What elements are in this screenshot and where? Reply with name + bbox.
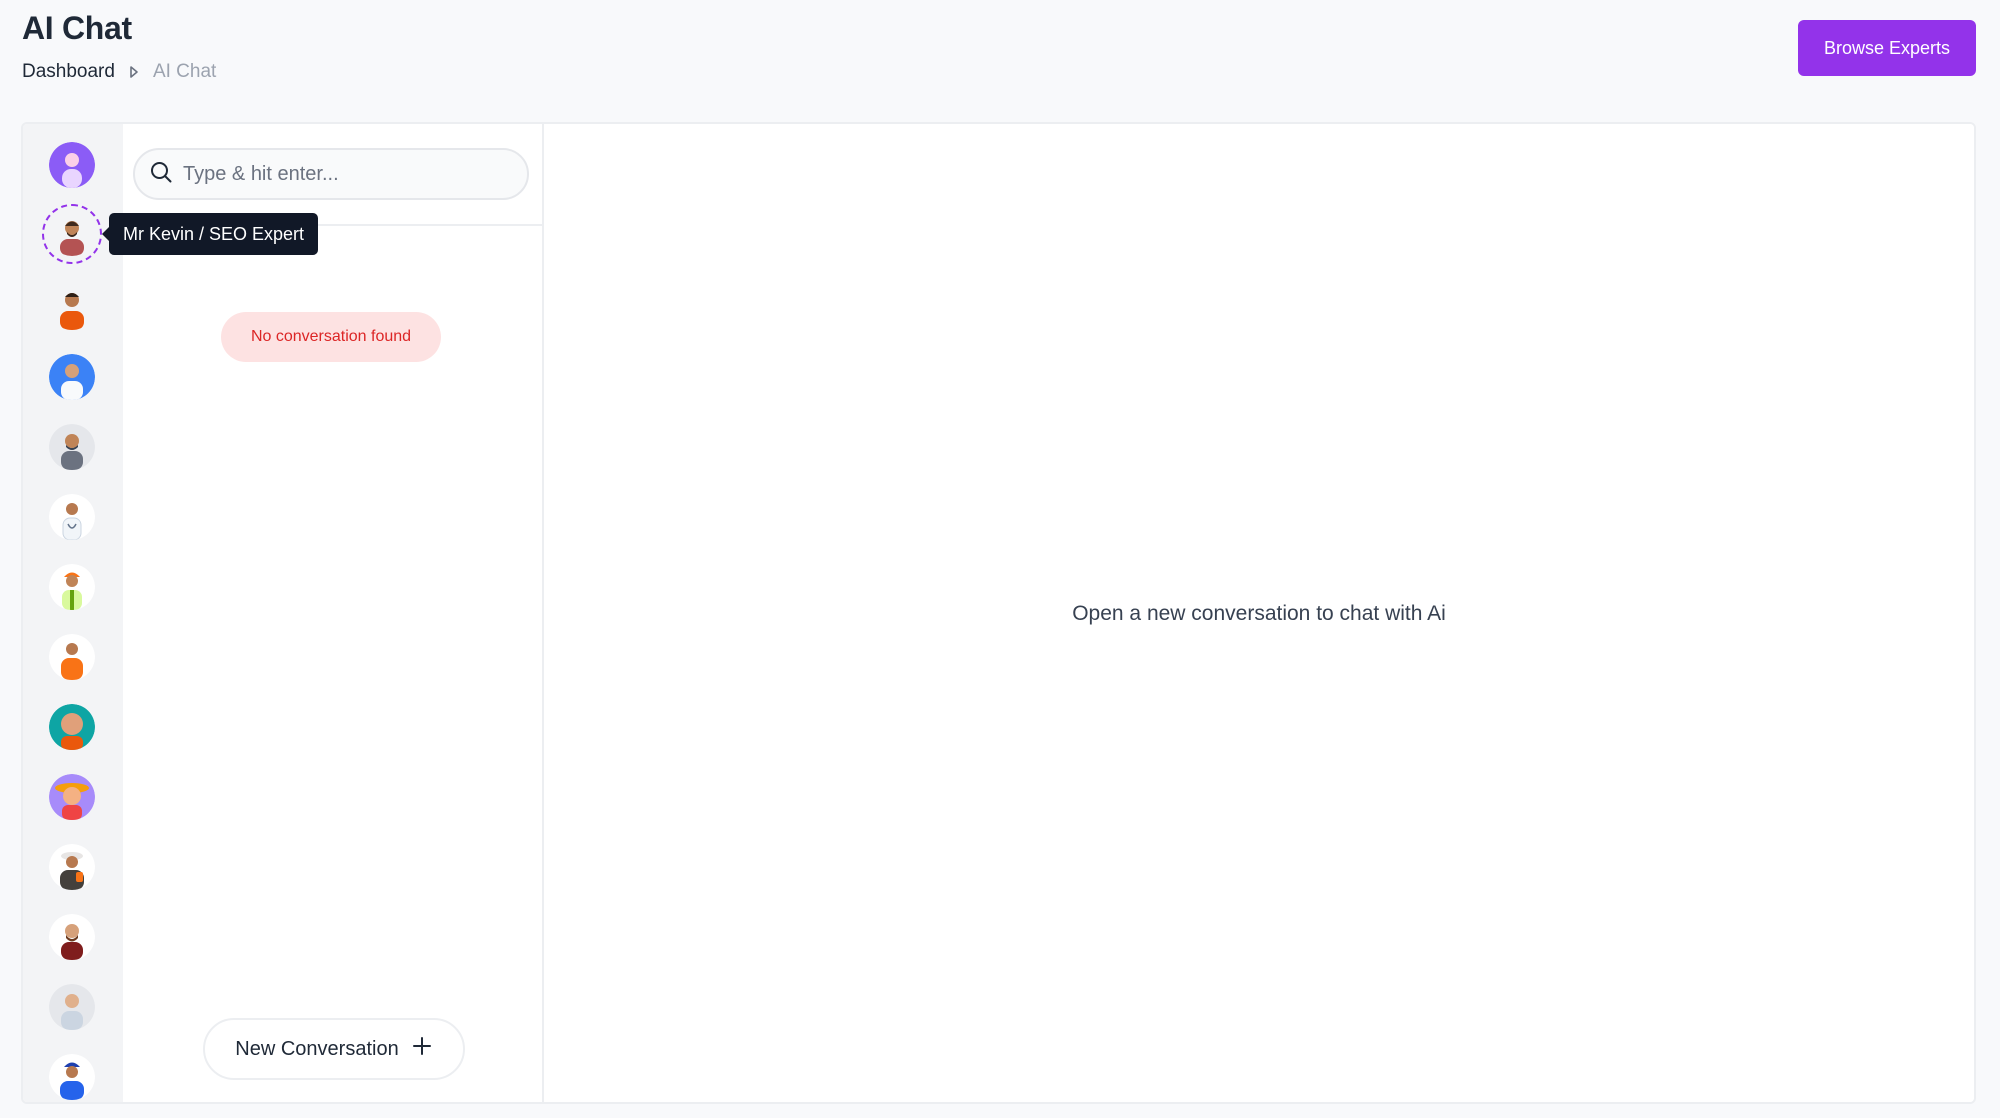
- expert-avatar[interactable]: [49, 704, 95, 750]
- expert-avatar[interactable]: [49, 354, 95, 400]
- breadcrumb-current: AI Chat: [152, 61, 217, 82]
- expert-avatar[interactable]: [49, 774, 95, 820]
- expert-avatar[interactable]: [49, 142, 95, 188]
- expert-tooltip: Mr Kevin / SEO Expert: [101, 213, 319, 255]
- plus-icon: [411, 1035, 433, 1063]
- expert-avatar[interactable]: [49, 914, 95, 960]
- chat-area: Open a new conversation to chat with Ai: [544, 124, 1974, 1102]
- chevron-right-icon: [127, 65, 141, 79]
- browse-experts-button[interactable]: Browse Experts: [1798, 20, 1976, 76]
- breadcrumb-dashboard[interactable]: Dashboard: [22, 61, 115, 83]
- expert-avatar[interactable]: [49, 1054, 95, 1100]
- expert-avatar-active[interactable]: [42, 204, 102, 264]
- new-conversation-label: New Conversation: [235, 1037, 399, 1060]
- chat-app: Mr Kevin / SEO Expert No conversation fo…: [21, 122, 1976, 1104]
- empty-conversations-badge: No conversation found: [221, 312, 441, 362]
- search-box: [133, 148, 529, 200]
- expert-avatar[interactable]: [49, 984, 95, 1030]
- new-conversation-button[interactable]: New Conversation: [203, 1018, 465, 1080]
- page-header: AI Chat Dashboard AI Chat: [22, 10, 216, 83]
- expert-avatar[interactable]: [49, 424, 95, 470]
- expert-avatar[interactable]: [49, 564, 95, 610]
- expert-avatar[interactable]: [49, 634, 95, 680]
- expert-avatar[interactable]: [49, 284, 95, 330]
- conversation-panel: No conversation found New Conversation: [123, 124, 544, 1102]
- expert-rail: [23, 124, 123, 1102]
- search-icon: [149, 160, 173, 189]
- breadcrumb: Dashboard AI Chat: [22, 61, 216, 83]
- page-title: AI Chat: [22, 10, 132, 46]
- chat-empty-message: Open a new conversation to chat with Ai: [1072, 602, 1446, 625]
- search-input[interactable]: [183, 162, 503, 186]
- expert-avatar[interactable]: [49, 844, 95, 890]
- expert-avatar[interactable]: [49, 494, 95, 540]
